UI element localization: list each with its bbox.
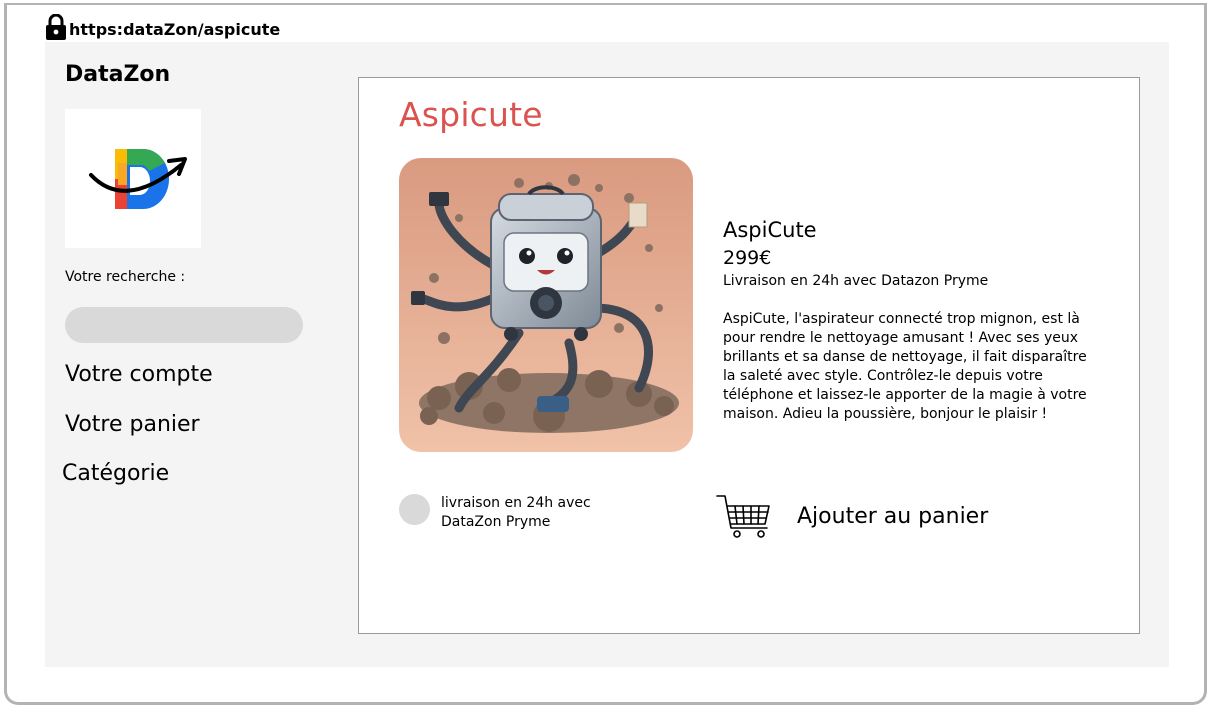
shopping-cart-icon [716,495,770,538]
product-title: Aspicute [399,95,543,134]
product-description: AspiCute, l'aspirateur connecté trop mig… [723,311,1087,422]
logo[interactable] [65,109,201,248]
address-bar[interactable]: https:dataZon/aspicute [45,12,280,40]
product-image[interactable] [399,158,693,452]
nav-link-cart[interactable]: Votre panier [65,412,200,437]
nav-link-account[interactable]: Votre compte [65,362,213,387]
delivery-option[interactable]: livraison en 24h avec DataZon Pryme [399,494,621,532]
delivery-option-label: livraison en 24h avec DataZon Pryme [441,495,591,530]
nav-link-category[interactable]: Catégorie [62,461,169,486]
page-body: DataZon Votre recherche : Votre compte V… [45,42,1169,667]
url-text[interactable]: https:dataZon/aspicute [69,20,280,39]
product-delivery-info: Livraison en 24h avec Datazon Pryme [723,273,989,289]
add-to-cart-label: Ajouter au panier [797,503,989,529]
delivery-radio[interactable] [399,494,430,525]
product-card: Aspicute AspiCute 299€ Livraison en 24h … [358,77,1140,634]
add-to-cart-button[interactable]: Ajouter au panier [715,492,988,540]
search-input[interactable] [65,307,303,343]
datazon-logo-icon [89,149,187,209]
product-name: AspiCute [723,218,817,242]
search-label: Votre recherche : [65,269,186,285]
product-price: 299€ [723,247,772,269]
vacuum-robot-image [399,158,693,452]
lock-icon [46,14,66,40]
brand-name[interactable]: DataZon [65,62,170,87]
